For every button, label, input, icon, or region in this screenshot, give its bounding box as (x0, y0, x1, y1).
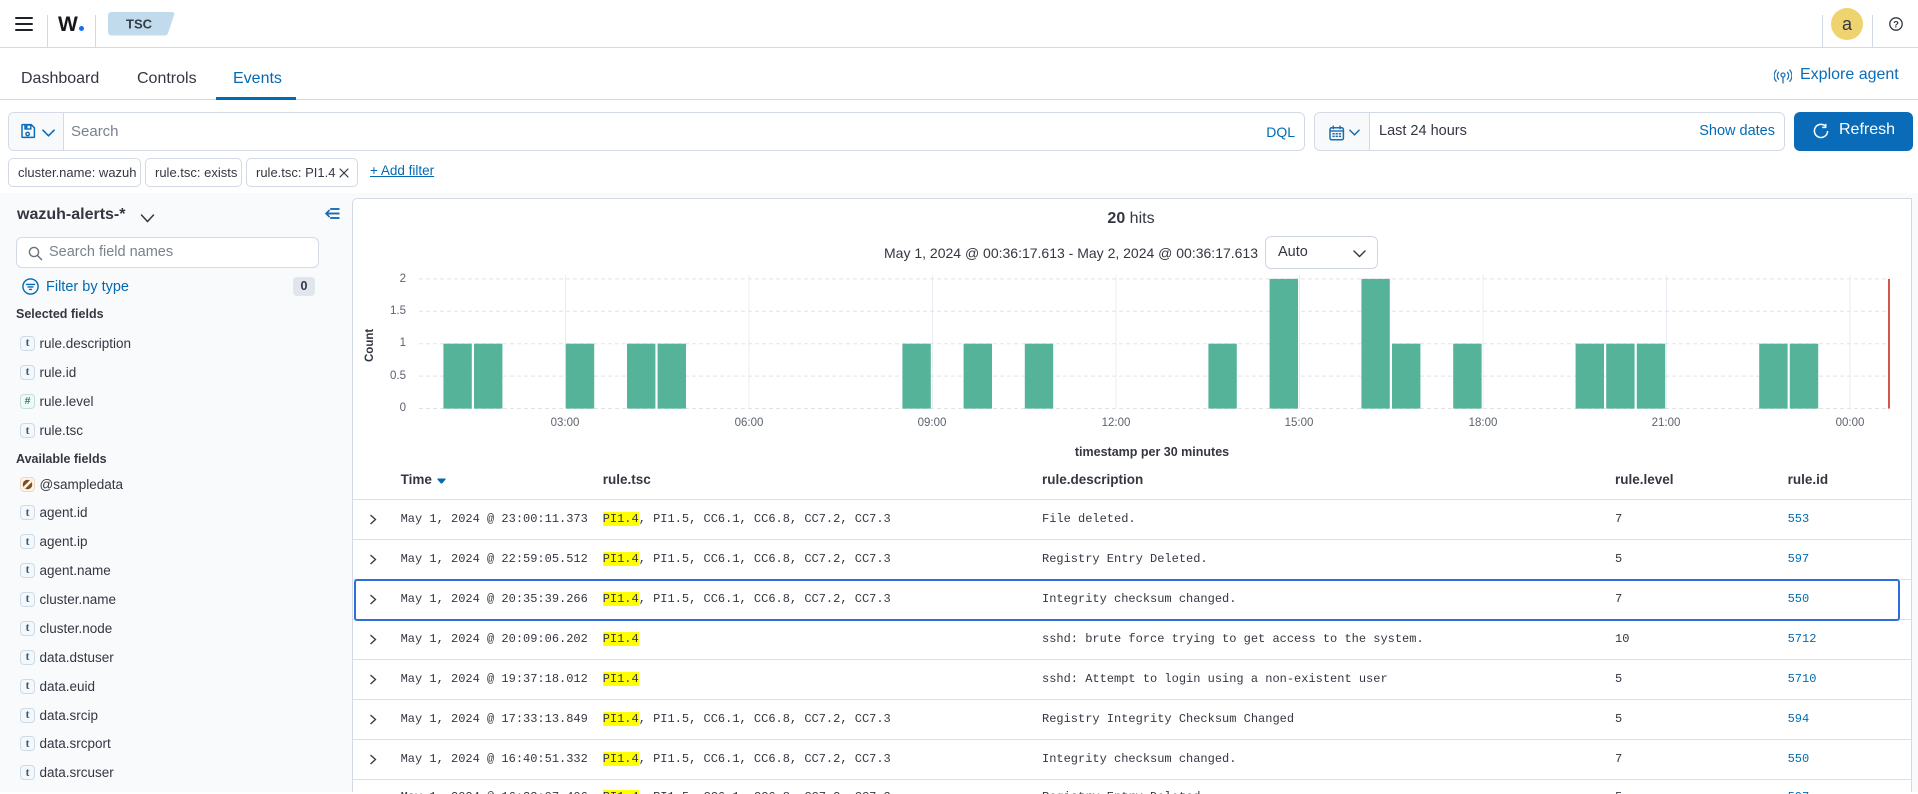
svg-text:TSC: TSC (126, 17, 153, 32)
svg-text:?: ? (1893, 19, 1899, 30)
